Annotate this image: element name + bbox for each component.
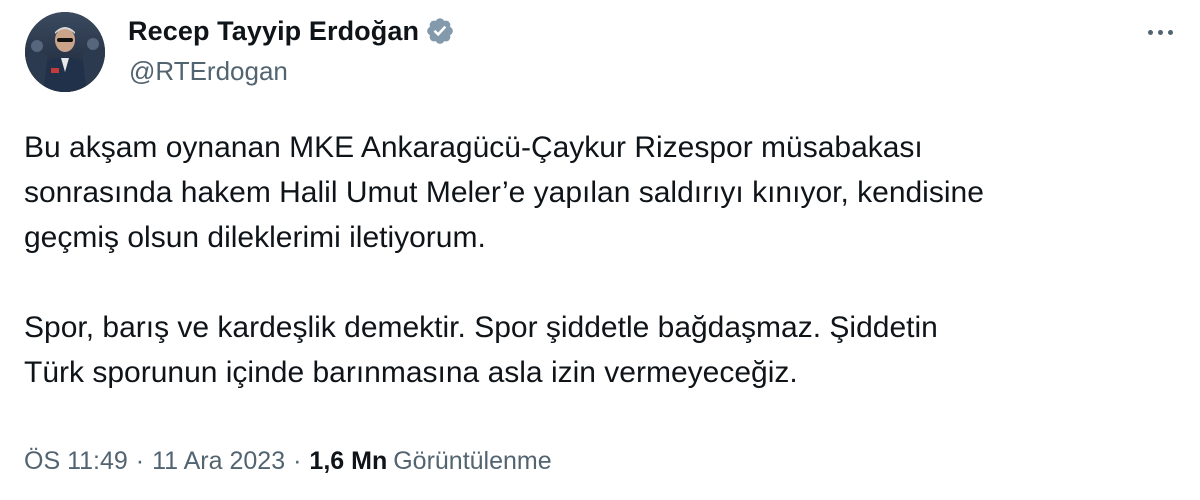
author-display-name[interactable]: Recep Tayyip Erdoğan — [128, 16, 419, 47]
tweet-line: geçmiş olsun dileklerimi iletiyorum. — [24, 221, 486, 254]
more-dot — [1157, 29, 1163, 35]
meta-separator: · — [293, 447, 302, 475]
more-dot — [1167, 29, 1173, 35]
tweet-text: Bu akşam oynanan MKE Ankaragücü-Çaykur R… — [24, 125, 1184, 395]
verified-badge-icon[interactable] — [425, 16, 455, 46]
tweet-line: sonrasında hakem Halil Umut Meler’e yapı… — [24, 176, 984, 209]
views-count[interactable]: 1,6 Mn — [309, 447, 387, 476]
more-dot — [1147, 29, 1153, 35]
more-options-icon[interactable] — [1138, 18, 1182, 46]
author-name-row: Recep Tayyip Erdoğan — [128, 14, 455, 48]
tweet-card: Recep Tayyip Erdoğan @RTErdogan Bu akşam… — [0, 0, 1200, 500]
tweet-time[interactable]: ÖS 11:49 — [24, 447, 128, 476]
tweet-line: Bu akşam oynanan MKE Ankaragücü-Çaykur R… — [24, 131, 923, 164]
tweet-date[interactable]: 11 Ara 2023 — [152, 447, 285, 476]
tweet-line: Türk sporunun içinde barınmasına asla iz… — [24, 356, 798, 389]
meta-separator: · — [135, 447, 145, 475]
author-handle[interactable]: @RTErdogan — [129, 56, 288, 87]
tweet-meta: ÖS 11:49 · 11 Ara 2023 · 1,6 Mn Görüntül… — [24, 447, 552, 476]
views-label: Görüntülenme — [393, 447, 552, 475]
author-avatar[interactable] — [25, 12, 105, 92]
tweet-line: Spor, barış ve kardeşlik demektir. Spor … — [24, 311, 938, 344]
avatar-image — [25, 12, 105, 92]
